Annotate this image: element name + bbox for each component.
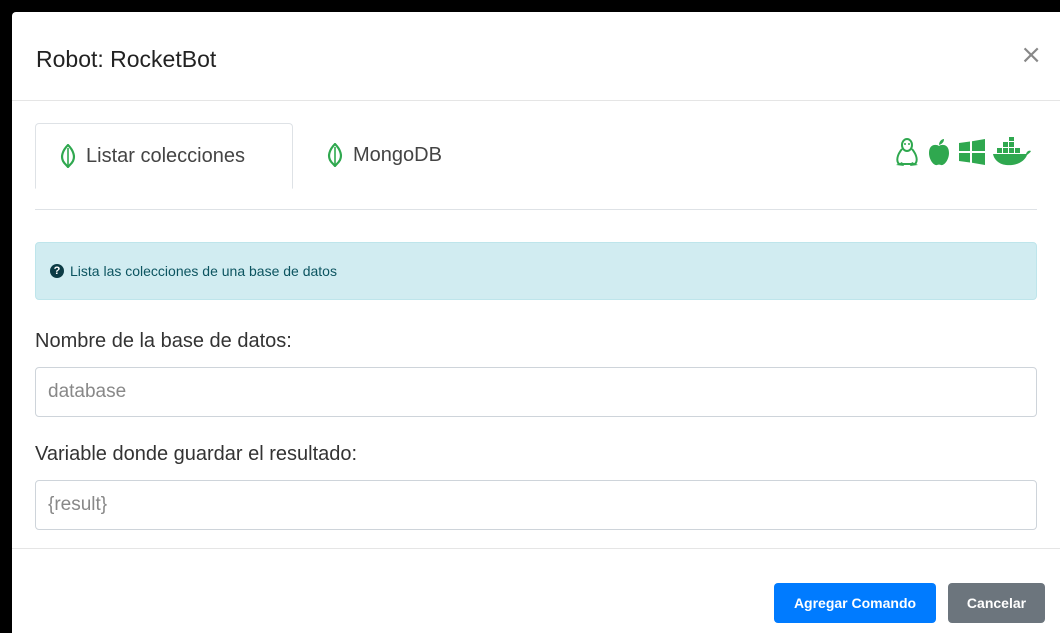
database-label: Nombre de la base de datos: — [35, 330, 292, 352]
modal-footer: Agregar Comando Cancelar — [12, 548, 1060, 633]
result-variable-label: Variable donde guardar el resultado: — [35, 443, 358, 465]
tab-listar-colecciones[interactable]: Listar colecciones — [35, 123, 293, 189]
mongodb-leaf-icon — [327, 143, 343, 167]
mongodb-leaf-icon — [60, 144, 76, 168]
tab-bar: Listar colecciones MongoDB — [35, 123, 1037, 210]
info-text: Lista las colecciones de una base de dat… — [70, 263, 337, 279]
docker-icon — [993, 137, 1031, 166]
info-alert: ? Lista las colecciones de una base de d… — [35, 242, 1037, 300]
windows-icon — [959, 139, 985, 165]
cancel-button[interactable]: Cancelar — [948, 583, 1045, 623]
modal-header: Robot: RocketBot × — [12, 12, 1060, 101]
modal-title: Robot: RocketBot — [36, 46, 217, 72]
result-variable-input[interactable] — [35, 480, 1037, 530]
database-input[interactable] — [35, 367, 1037, 417]
tab-mongodb[interactable]: MongoDB — [303, 123, 462, 187]
tab-label: Listar colecciones — [86, 144, 245, 167]
question-circle-icon: ? — [50, 264, 64, 278]
tab-label: MongoDB — [353, 143, 442, 166]
modal-dialog: Robot: RocketBot × Listar colecciones Mo… — [12, 12, 1060, 633]
close-button[interactable]: × — [1020, 42, 1042, 68]
add-command-button[interactable]: Agregar Comando — [774, 583, 936, 623]
os-icons — [894, 137, 1032, 167]
apple-icon — [929, 139, 949, 166]
modal-body: Listar colecciones MongoDB ? Lista las c… — [12, 123, 1060, 556]
linux-icon — [896, 138, 918, 166]
